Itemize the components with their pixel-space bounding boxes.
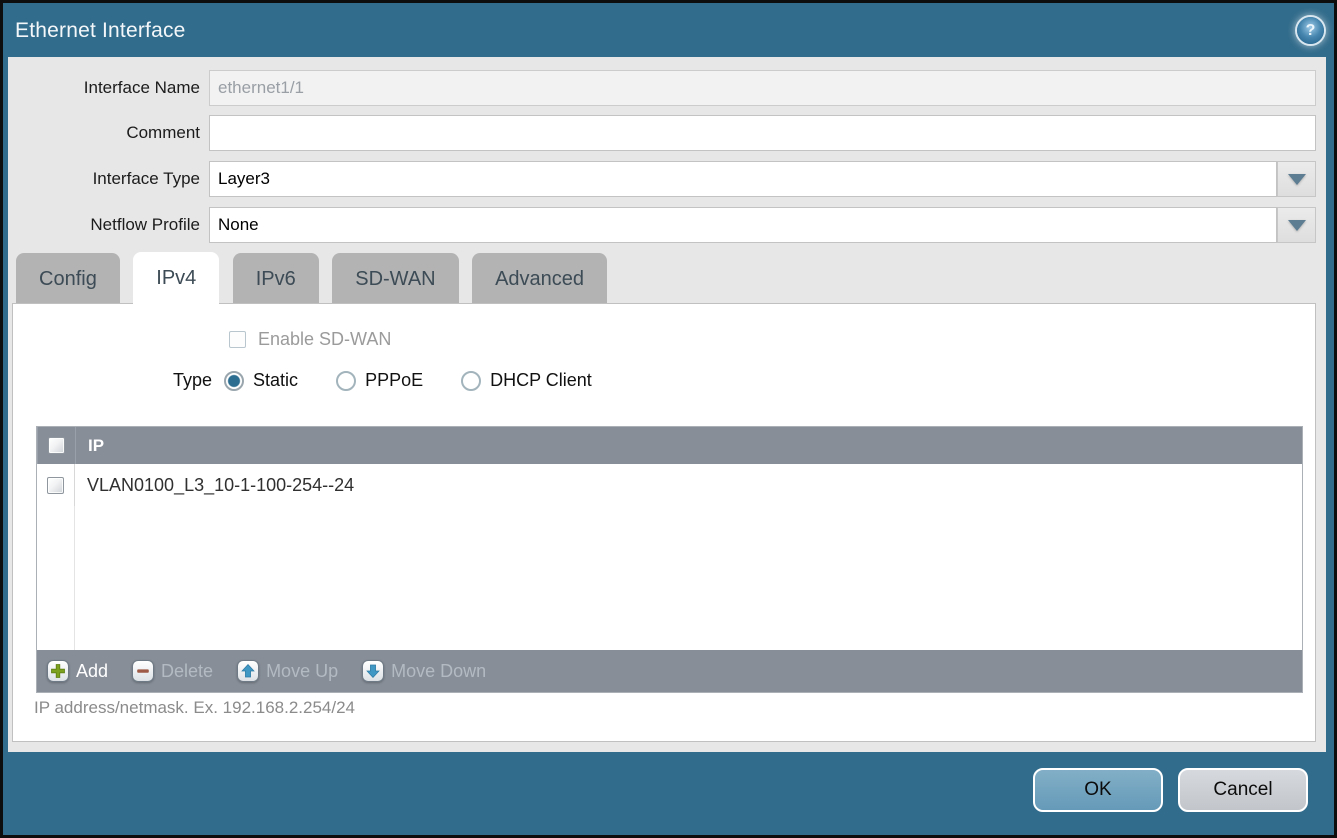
minus-icon [132,660,154,682]
titlebar: Ethernet Interface ? [3,3,1334,57]
table-row[interactable]: VLAN0100_L3_10-1-100-254--24 [37,464,1302,506]
row-checkbox[interactable] [47,477,64,494]
move-down-button[interactable]: Move Down [362,660,486,682]
comment-row: Comment [8,115,1326,151]
tab-config[interactable]: Config [16,253,120,304]
add-button-label: Add [76,661,108,682]
netflow-profile-row: Netflow Profile [8,207,1326,243]
interface-name-label: Interface Name [8,70,200,106]
plus-icon [47,660,69,682]
comment-input[interactable] [209,115,1316,151]
tab-bar: Config IPv4 IPv6 SD-WAN Advanced [16,252,616,303]
netflow-profile-input[interactable] [209,207,1277,243]
dialog-content: Interface Name Comment Interface Type Ne… [8,57,1326,752]
type-radio-group: Type Static PPPoE DHCP Client [173,370,630,391]
tab-sdwan[interactable]: SD-WAN [332,253,458,304]
chevron-down-icon [1288,220,1306,231]
interface-type-row: Interface Type [8,161,1326,197]
tab-ipv6[interactable]: IPv6 [233,253,319,304]
ipv4-tab-panel: Enable SD-WAN Type Static PPPoE DHCP Cli… [12,303,1316,742]
radio-dhcp-client-label[interactable]: DHCP Client [490,370,592,391]
netflow-profile-dropdown-button[interactable] [1277,207,1316,243]
dialog-background: Ethernet Interface ? Interface Name Comm… [3,3,1334,835]
type-label: Type [173,370,212,391]
column-divider [74,506,75,650]
move-up-button-label: Move Up [266,661,338,682]
move-down-button-label: Move Down [391,661,486,682]
dialog-title: Ethernet Interface [15,3,186,57]
ip-address-table: IP VLAN0100_L3_10-1-100-254--24 [36,426,1303,693]
delete-button-label: Delete [161,661,213,682]
radio-static[interactable] [224,371,244,391]
enable-sdwan-row: Enable SD-WAN [229,329,391,350]
interface-type-label: Interface Type [8,161,200,197]
interface-name-input [209,70,1316,106]
select-all-cell [37,427,76,464]
enable-sdwan-checkbox [229,331,246,348]
ethernet-interface-dialog: Ethernet Interface ? Interface Name Comm… [0,0,1337,838]
interface-name-row: Interface Name [8,70,1326,106]
arrow-up-icon [237,660,259,682]
tab-ipv4[interactable]: IPv4 [133,252,219,304]
ip-table-header: IP [37,427,1302,464]
ip-column-header: IP [76,436,104,456]
cancel-button[interactable]: Cancel [1178,768,1308,812]
add-button[interactable]: Add [47,660,108,682]
move-up-button[interactable]: Move Up [237,660,338,682]
ok-button[interactable]: OK [1033,768,1163,812]
comment-label: Comment [8,115,200,151]
radio-dhcp-client[interactable] [461,371,481,391]
ip-format-hint: IP address/netmask. Ex. 192.168.2.254/24 [34,698,355,718]
select-all-checkbox[interactable] [48,437,65,454]
netflow-profile-label: Netflow Profile [8,207,200,243]
row-checkbox-cell [37,464,75,506]
table-toolbar: Add Delete [37,650,1302,692]
radio-pppoe-label[interactable]: PPPoE [365,370,423,391]
chevron-down-icon [1288,174,1306,185]
enable-sdwan-label: Enable SD-WAN [258,329,391,350]
radio-pppoe[interactable] [336,371,356,391]
delete-button[interactable]: Delete [132,660,213,682]
interface-type-dropdown-button[interactable] [1277,161,1316,197]
interface-type-input[interactable] [209,161,1277,197]
radio-static-label[interactable]: Static [253,370,298,391]
arrow-down-icon [362,660,384,682]
tab-advanced[interactable]: Advanced [472,253,607,304]
help-icon[interactable]: ? [1297,17,1324,44]
ip-address-value[interactable]: VLAN0100_L3_10-1-100-254--24 [75,475,354,496]
